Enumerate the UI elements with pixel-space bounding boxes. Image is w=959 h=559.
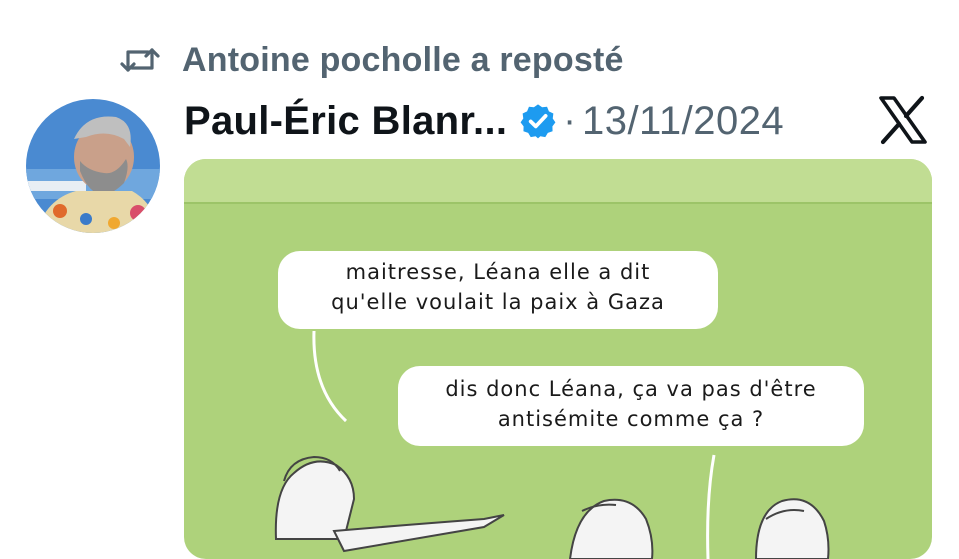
repost-icon	[118, 44, 162, 76]
verified-badge-icon	[519, 102, 557, 140]
bubble1-line1: maitresse, Léana elle a dit	[345, 260, 651, 284]
separator-dot: ·	[563, 99, 576, 142]
repost-indicator[interactable]: Antoine pocholle a reposté	[118, 36, 624, 84]
cartoon-illustration	[184, 202, 932, 559]
bubble1-line2: qu'elle voulait la paix à Gaza	[331, 290, 665, 314]
speech-bubble-2: dis donc Léana, ça va pas d'être antisém…	[398, 366, 864, 446]
avatar[interactable]	[26, 99, 160, 233]
bubble2-line1: dis donc Léana, ça va pas d'être	[445, 377, 817, 401]
repost-text[interactable]: Antoine pocholle a reposté	[182, 41, 624, 80]
post-header: Paul-Éric Blanr... · 13/11/2024	[184, 92, 784, 150]
x-logo-icon[interactable]	[878, 95, 928, 145]
display-name[interactable]: Paul-Éric Blanr...	[184, 99, 507, 144]
post-date[interactable]: 13/11/2024	[582, 99, 784, 144]
bubble2-line2: antisémite comme ça ?	[497, 407, 765, 431]
post-media-image[interactable]: maitresse, Léana elle a dit qu'elle voul…	[184, 159, 932, 559]
speech-bubble-1: maitresse, Léana elle a dit qu'elle voul…	[278, 251, 718, 329]
